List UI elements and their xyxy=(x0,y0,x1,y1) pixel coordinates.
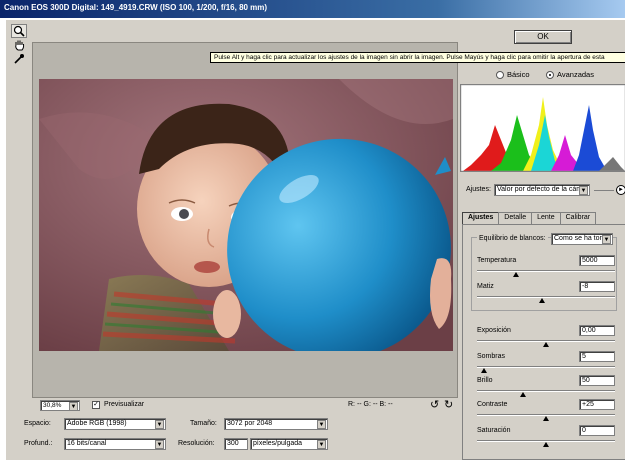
white-balance-label: Equilibrio de blancos: xyxy=(477,235,548,242)
slider-thumb[interactable] xyxy=(543,416,549,421)
slider-thumb[interactable] xyxy=(519,392,526,397)
slider-label: Exposición xyxy=(477,327,511,334)
space-value: Adobe RGB (1998) xyxy=(67,420,127,427)
chevron-down-icon[interactable]: ▼ xyxy=(602,235,611,244)
window-title: Canon EOS 300D Digital: 149_4919.CRW (IS… xyxy=(4,3,268,12)
ok-button[interactable]: OK xyxy=(514,30,572,44)
depth-label: Profund.: xyxy=(24,440,53,447)
slider-thumb[interactable] xyxy=(538,298,545,303)
saturacion-input[interactable]: 0 xyxy=(579,425,615,436)
slider-track[interactable] xyxy=(477,270,615,272)
title-bar: Canon EOS 300D Digital: 149_4919.CRW (IS… xyxy=(0,0,625,18)
basic-label: Básico xyxy=(507,70,530,79)
slider-track[interactable] xyxy=(477,390,615,392)
sombras-input[interactable]: 5 xyxy=(579,351,615,362)
white-balance-value: Como se ha tom xyxy=(554,235,606,242)
slider-label: Temperatura xyxy=(477,257,517,264)
advanced-label: Avanzadas xyxy=(557,70,594,79)
brillo-input[interactable]: 50 xyxy=(579,375,615,386)
space-label: Espacio: xyxy=(24,420,51,427)
white-balance-select[interactable]: Como se ha tom ▼ xyxy=(551,233,613,245)
rgb-readout: R: -- G: -- B: -- xyxy=(348,401,393,408)
rotate-left-icon[interactable]: ↺ xyxy=(430,399,439,411)
slider-label: Contraste xyxy=(477,401,508,408)
advanced-radio-circle[interactable] xyxy=(546,70,554,79)
tab-lente[interactable]: Lente xyxy=(531,212,561,224)
chevron-down-icon[interactable]: ▼ xyxy=(579,186,588,195)
slider-track[interactable] xyxy=(477,366,615,368)
resolution-input[interactable]: 300 xyxy=(224,438,248,450)
exposicion-input[interactable]: 0,00 xyxy=(579,325,615,336)
chevron-down-icon[interactable]: ▼ xyxy=(317,440,326,449)
preview-toolbar: 30,8% ▼ ✓ Previsualizar R: -- G: -- B: -… xyxy=(32,398,458,414)
basic-radio[interactable]: Básico xyxy=(496,70,530,79)
preview-label: Previsualizar xyxy=(104,401,145,408)
slider-thumb[interactable] xyxy=(480,368,487,373)
temperatura-input[interactable]: 5000 xyxy=(579,255,615,266)
settings-select[interactable]: Valor por defecto de la cám ▼ xyxy=(494,184,590,196)
contraste-input[interactable]: +25 xyxy=(579,399,615,410)
histogram xyxy=(460,84,625,172)
size-label: Tamaño: xyxy=(190,420,217,427)
chevron-down-icon[interactable]: ▼ xyxy=(317,420,326,429)
slider-label: Sombras xyxy=(477,353,506,360)
slider-track[interactable] xyxy=(477,296,615,298)
advanced-radio[interactable]: Avanzadas xyxy=(546,70,594,79)
slider-thumb[interactable] xyxy=(543,342,549,347)
tab-detalle[interactable]: Detalle xyxy=(498,212,533,224)
chevron-down-icon[interactable]: ▼ xyxy=(155,440,164,449)
depth-value: 16 bits/canal xyxy=(67,440,107,447)
size-value: 3072 por 2048 xyxy=(227,420,273,427)
tooltip: Pulse Alt y haga clic para actualizar lo… xyxy=(210,52,625,63)
image-preview[interactable] xyxy=(32,42,458,398)
tab-calibrar[interactable]: Calibrar xyxy=(559,212,597,224)
settings-value: Valor por defecto de la cám xyxy=(497,186,583,193)
settings-label: Ajustes: xyxy=(466,186,491,193)
chevron-down-icon[interactable]: ▼ xyxy=(69,402,78,410)
space-select[interactable]: Adobe RGB (1998) ▼ xyxy=(64,418,166,430)
chevron-down-icon[interactable]: ▼ xyxy=(155,420,164,429)
resolution-label: Resolución: xyxy=(178,440,215,447)
resolution-unit-select[interactable]: píxeles/pulgada ▼ xyxy=(250,438,328,450)
adjust-panel: Equilibrio de blancos: Como se ha tom ▼ … xyxy=(462,224,625,460)
zoom-value: 30,8% xyxy=(43,402,62,409)
preview-checkbox[interactable]: ✓ xyxy=(92,401,100,409)
resolution-unit-value: píxeles/pulgada xyxy=(253,440,303,447)
arrow-right-circle-icon[interactable]: ► xyxy=(616,185,625,195)
zoom-icon[interactable] xyxy=(11,24,27,38)
divider xyxy=(594,190,614,191)
eyedropper-icon[interactable] xyxy=(11,52,27,66)
slider-thumb[interactable] xyxy=(512,272,519,277)
zoom-select[interactable]: 30,8% ▼ xyxy=(40,400,80,411)
slider-label: Brillo xyxy=(477,377,493,384)
slider-thumb[interactable] xyxy=(543,442,549,447)
slider-label: Matiz xyxy=(477,283,494,290)
depth-select[interactable]: 16 bits/canal ▼ xyxy=(64,438,166,450)
basic-radio-circle[interactable] xyxy=(496,70,504,79)
slider-label: Saturación xyxy=(477,427,511,434)
tab-bar: Ajustes Detalle Lente Calibrar xyxy=(462,212,597,225)
preview-photo xyxy=(39,79,453,351)
matiz-input[interactable]: -8 xyxy=(579,281,615,292)
camera-raw-dialog: OK Pulse Alt y haga clic para actualizar… xyxy=(6,20,625,460)
hand-icon[interactable] xyxy=(11,38,27,52)
size-select[interactable]: 3072 por 2048 ▼ xyxy=(224,418,328,430)
rotate-right-icon[interactable]: ↻ xyxy=(444,399,453,411)
settings-row: Ajustes: Valor por defecto de la cám ▼ ► xyxy=(460,184,625,198)
